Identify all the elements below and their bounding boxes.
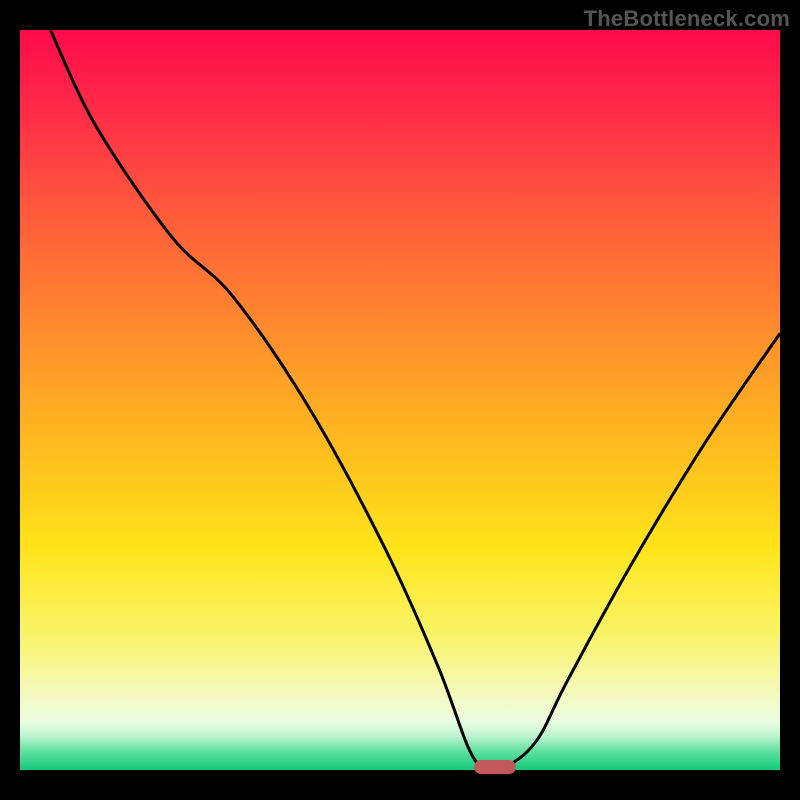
watermark-text: TheBottleneck.com — [584, 6, 790, 32]
chart-stage: TheBottleneck.com — [0, 0, 800, 800]
chart-svg — [0, 0, 800, 800]
plot-background — [20, 30, 780, 770]
optimal-marker — [474, 760, 516, 774]
